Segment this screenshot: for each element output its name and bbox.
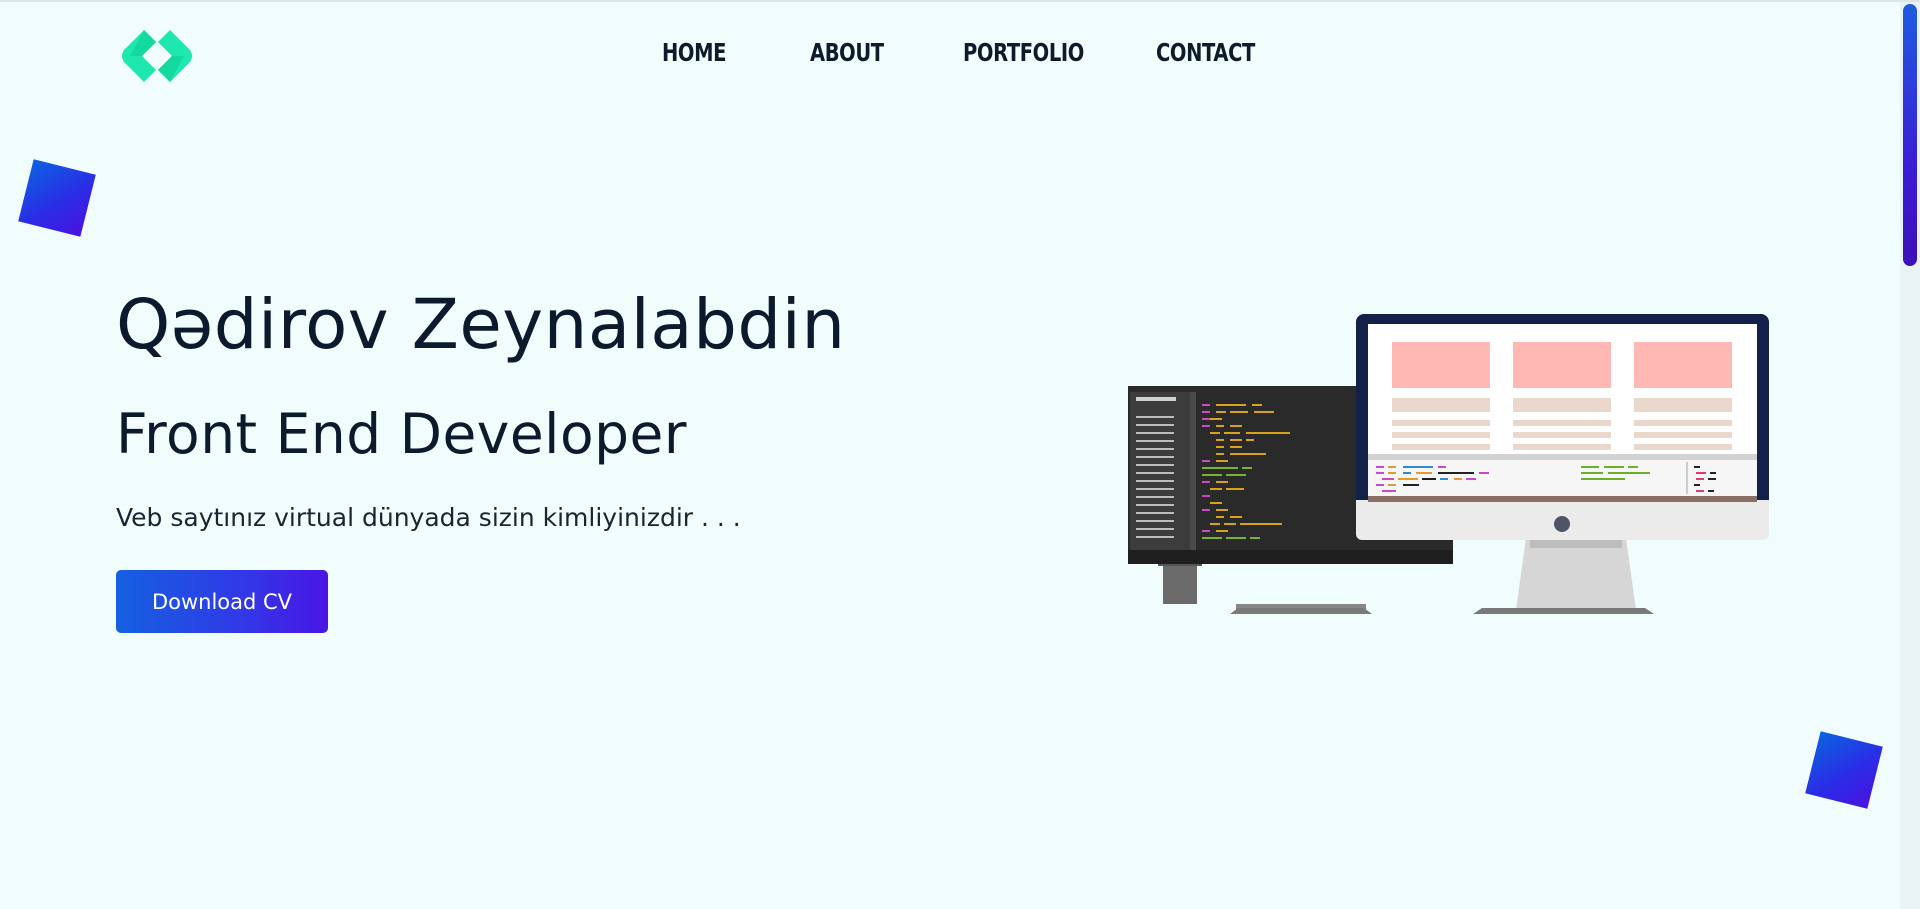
nav-about[interactable]: ABOUT	[810, 38, 884, 67]
scrollbar-thumb[interactable]	[1903, 4, 1917, 266]
web-layout-monitor	[1356, 314, 1769, 614]
hero-role: Front End Developer	[116, 402, 687, 466]
decorative-square-bottom-right	[1805, 731, 1883, 809]
main-nav: HOME ABOUT PORTFOLIO CONTACT	[0, 38, 1920, 72]
nav-portfolio[interactable]: PORTFOLIO	[963, 38, 1084, 67]
download-cv-button[interactable]: Download CV	[116, 570, 328, 633]
decorative-square-top-left	[18, 159, 96, 237]
nav-home[interactable]: HOME	[662, 38, 726, 67]
hero-tagline: Veb saytınız virtual dünyada sizin kimli…	[116, 503, 741, 532]
developer-monitors-icon	[1128, 314, 1769, 614]
top-border	[0, 0, 1920, 2]
hero-name: Qədirov Zeynalabdin	[116, 285, 846, 365]
nav-contact[interactable]: CONTACT	[1156, 38, 1255, 67]
